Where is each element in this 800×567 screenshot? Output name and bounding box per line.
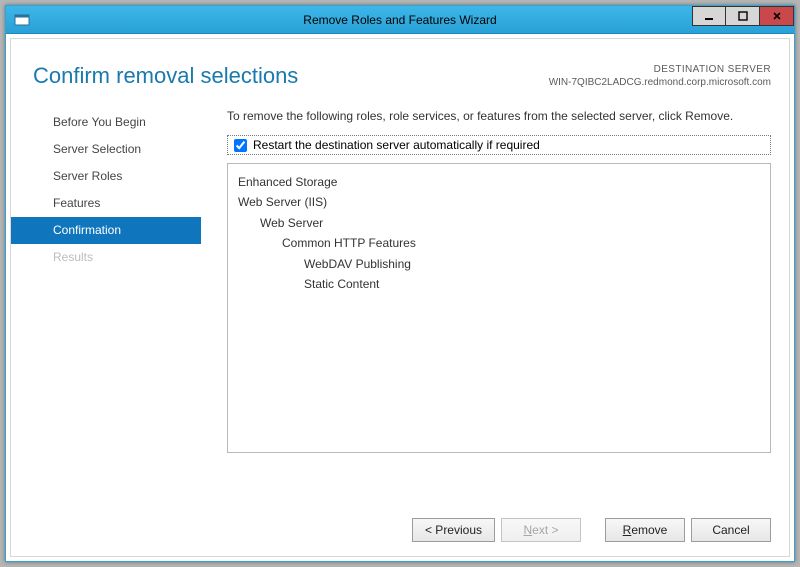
- destination-block: DESTINATION SERVER WIN-7QIBC2LADCG.redmo…: [549, 63, 771, 89]
- header-area: Confirm removal selections DESTINATION S…: [11, 39, 789, 107]
- next-button: Next >: [501, 518, 581, 542]
- cancel-button[interactable]: Cancel: [691, 518, 771, 542]
- minimize-button[interactable]: [692, 6, 726, 26]
- feature-item[interactable]: Web Server (IIS): [234, 192, 764, 212]
- sidebar-item-server-roles[interactable]: Server Roles: [11, 163, 201, 190]
- window-body: Confirm removal selections DESTINATION S…: [6, 34, 794, 561]
- sidebar-item-features[interactable]: Features: [11, 190, 201, 217]
- feature-item[interactable]: Static Content: [234, 274, 764, 294]
- destination-label: DESTINATION SERVER: [549, 63, 771, 76]
- previous-button[interactable]: < Previous: [412, 518, 495, 542]
- restart-checkbox-row[interactable]: Restart the destination server automatic…: [227, 135, 771, 155]
- window-buttons: [692, 6, 794, 33]
- feature-item[interactable]: Web Server: [234, 213, 764, 233]
- sidebar-item-results: Results: [11, 244, 201, 271]
- sidebar-item-before-you-begin[interactable]: Before You Begin: [11, 109, 201, 136]
- page-title: Confirm removal selections: [33, 63, 549, 89]
- feature-item[interactable]: Common HTTP Features: [234, 233, 764, 253]
- sidebar-item-server-selection[interactable]: Server Selection: [11, 136, 201, 163]
- feature-item[interactable]: Enhanced Storage: [234, 172, 764, 192]
- app-icon: [14, 12, 30, 28]
- removal-list[interactable]: Enhanced StorageWeb Server (IIS)Web Serv…: [227, 163, 771, 453]
- maximize-button[interactable]: [726, 6, 760, 26]
- button-row: < Previous Next > Remove Cancel: [11, 504, 789, 556]
- close-button[interactable]: [760, 6, 794, 26]
- sidebar-item-confirmation[interactable]: Confirmation: [11, 217, 201, 244]
- wizard-steps-sidebar: Before You BeginServer SelectionServer R…: [11, 107, 201, 504]
- main-panel: To remove the following roles, role serv…: [201, 107, 771, 504]
- instruction-text: To remove the following roles, role serv…: [227, 107, 771, 123]
- restart-label: Restart the destination server automatic…: [253, 138, 540, 152]
- window-title: Remove Roles and Features Wizard: [6, 13, 794, 27]
- remove-button[interactable]: Remove: [605, 518, 685, 542]
- title-bar[interactable]: Remove Roles and Features Wizard: [6, 6, 794, 34]
- feature-item[interactable]: WebDAV Publishing: [234, 254, 764, 274]
- restart-checkbox[interactable]: [234, 139, 247, 152]
- wizard-window: Remove Roles and Features Wizard Confirm…: [5, 5, 795, 562]
- destination-name: WIN-7QIBC2LADCG.redmond.corp.microsoft.c…: [549, 76, 771, 89]
